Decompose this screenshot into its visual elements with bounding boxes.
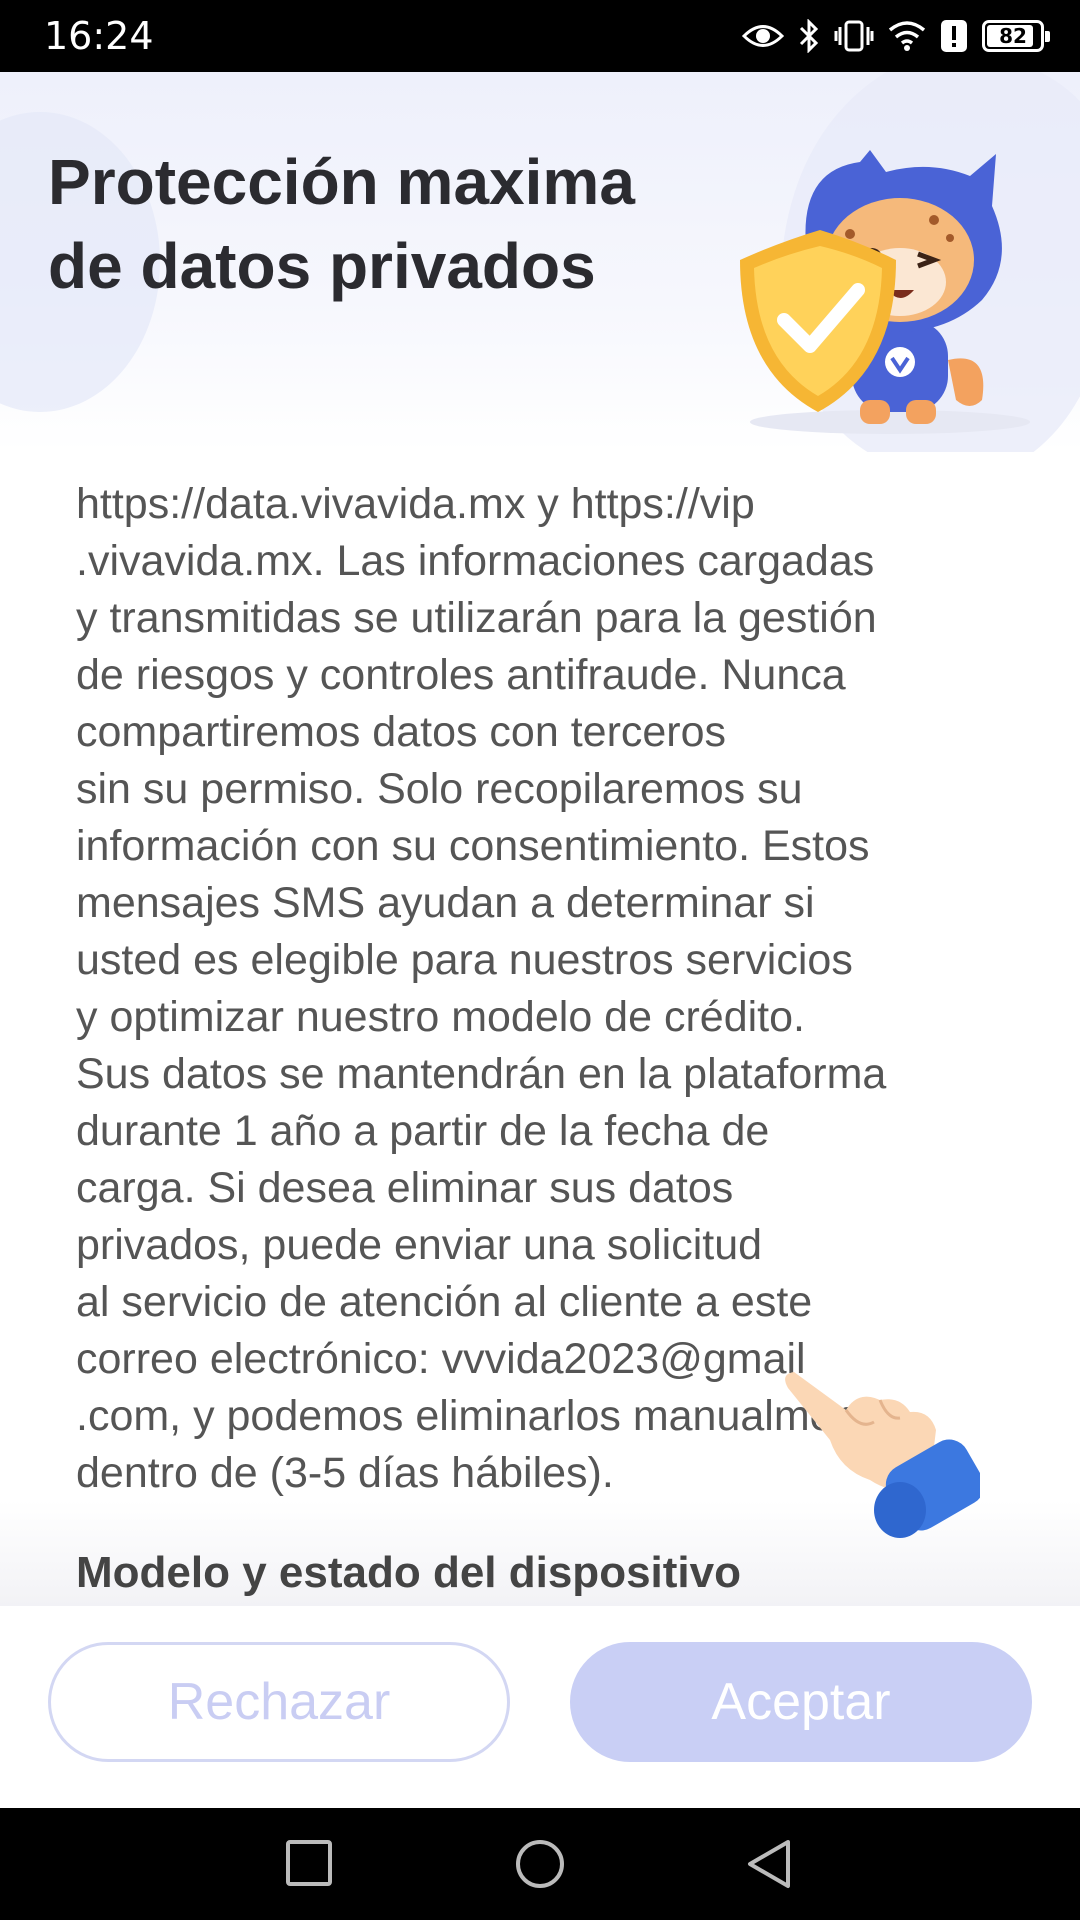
status-bar: 16:24 82 bbox=[0, 0, 1080, 72]
home-button[interactable] bbox=[514, 1838, 566, 1890]
wifi-icon bbox=[888, 21, 926, 51]
recents-button[interactable] bbox=[284, 1838, 334, 1888]
vibrate-icon bbox=[834, 20, 874, 52]
back-button[interactable] bbox=[744, 1838, 794, 1890]
accept-button[interactable]: Aceptar bbox=[570, 1642, 1032, 1762]
alert-icon bbox=[941, 20, 967, 52]
section-heading: Modelo y estado del dispositivo bbox=[76, 1548, 741, 1597]
battery-icon: 82 bbox=[982, 20, 1050, 52]
mascot-shield-illustration bbox=[740, 150, 1030, 434]
system-nav-bar bbox=[0, 1808, 1080, 1920]
status-time: 16:24 bbox=[44, 14, 154, 58]
bluetooth-icon bbox=[799, 19, 819, 53]
reject-button[interactable]: Rechazar bbox=[48, 1642, 510, 1762]
page-title-line1: Protección maxima bbox=[48, 146, 635, 218]
battery-level: 82 bbox=[999, 24, 1027, 48]
page-title-line2: de datos privados bbox=[48, 230, 596, 302]
action-footer: Rechazar Aceptar bbox=[0, 1606, 1080, 1808]
status-icons: 82 bbox=[742, 16, 1050, 56]
page-title: Protección maxima de datos privados bbox=[48, 140, 708, 308]
pointing-hand-icon bbox=[785, 1372, 980, 1538]
eye-icon bbox=[742, 25, 784, 47]
privacy-text: https://data.vivavida.mx y https://vip .… bbox=[76, 480, 894, 1497]
